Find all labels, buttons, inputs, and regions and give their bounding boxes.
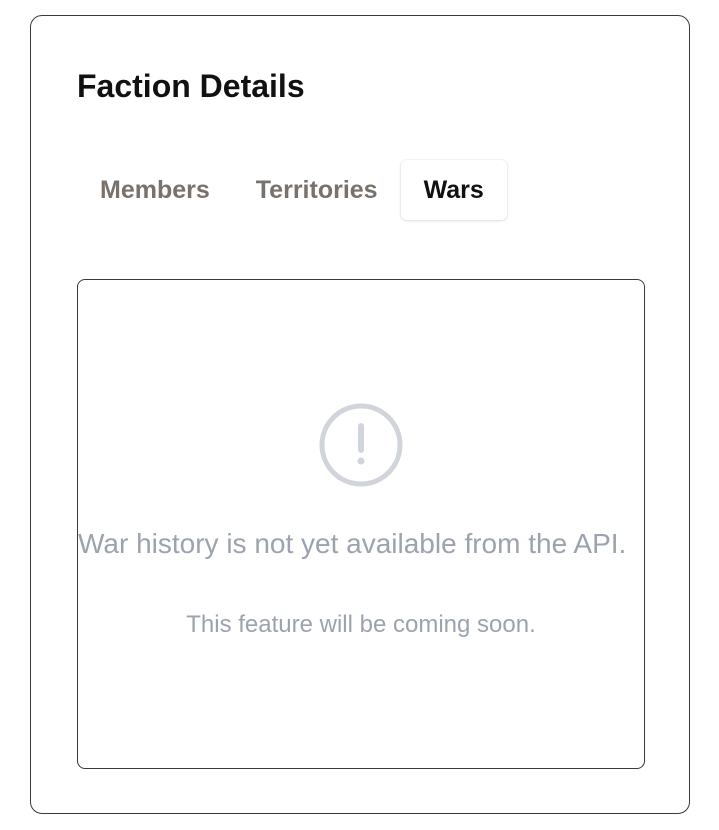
wars-panel: War history is not yet available from th…: [77, 279, 645, 769]
alert-circle-icon: [319, 403, 403, 487]
tab-list: Members Territories Wars: [77, 153, 507, 227]
unavailable-message: War history is not yet available from th…: [78, 528, 627, 559]
tab-members[interactable]: Members: [77, 160, 233, 220]
tab-wars[interactable]: Wars: [400, 160, 507, 220]
card-title: Faction Details: [77, 68, 305, 104]
tab-territories[interactable]: Territories: [233, 160, 401, 220]
coming-soon-message: This feature will be coming soon.: [186, 611, 536, 638]
faction-details-card: Faction Details Members Territories Wars…: [30, 15, 690, 814]
